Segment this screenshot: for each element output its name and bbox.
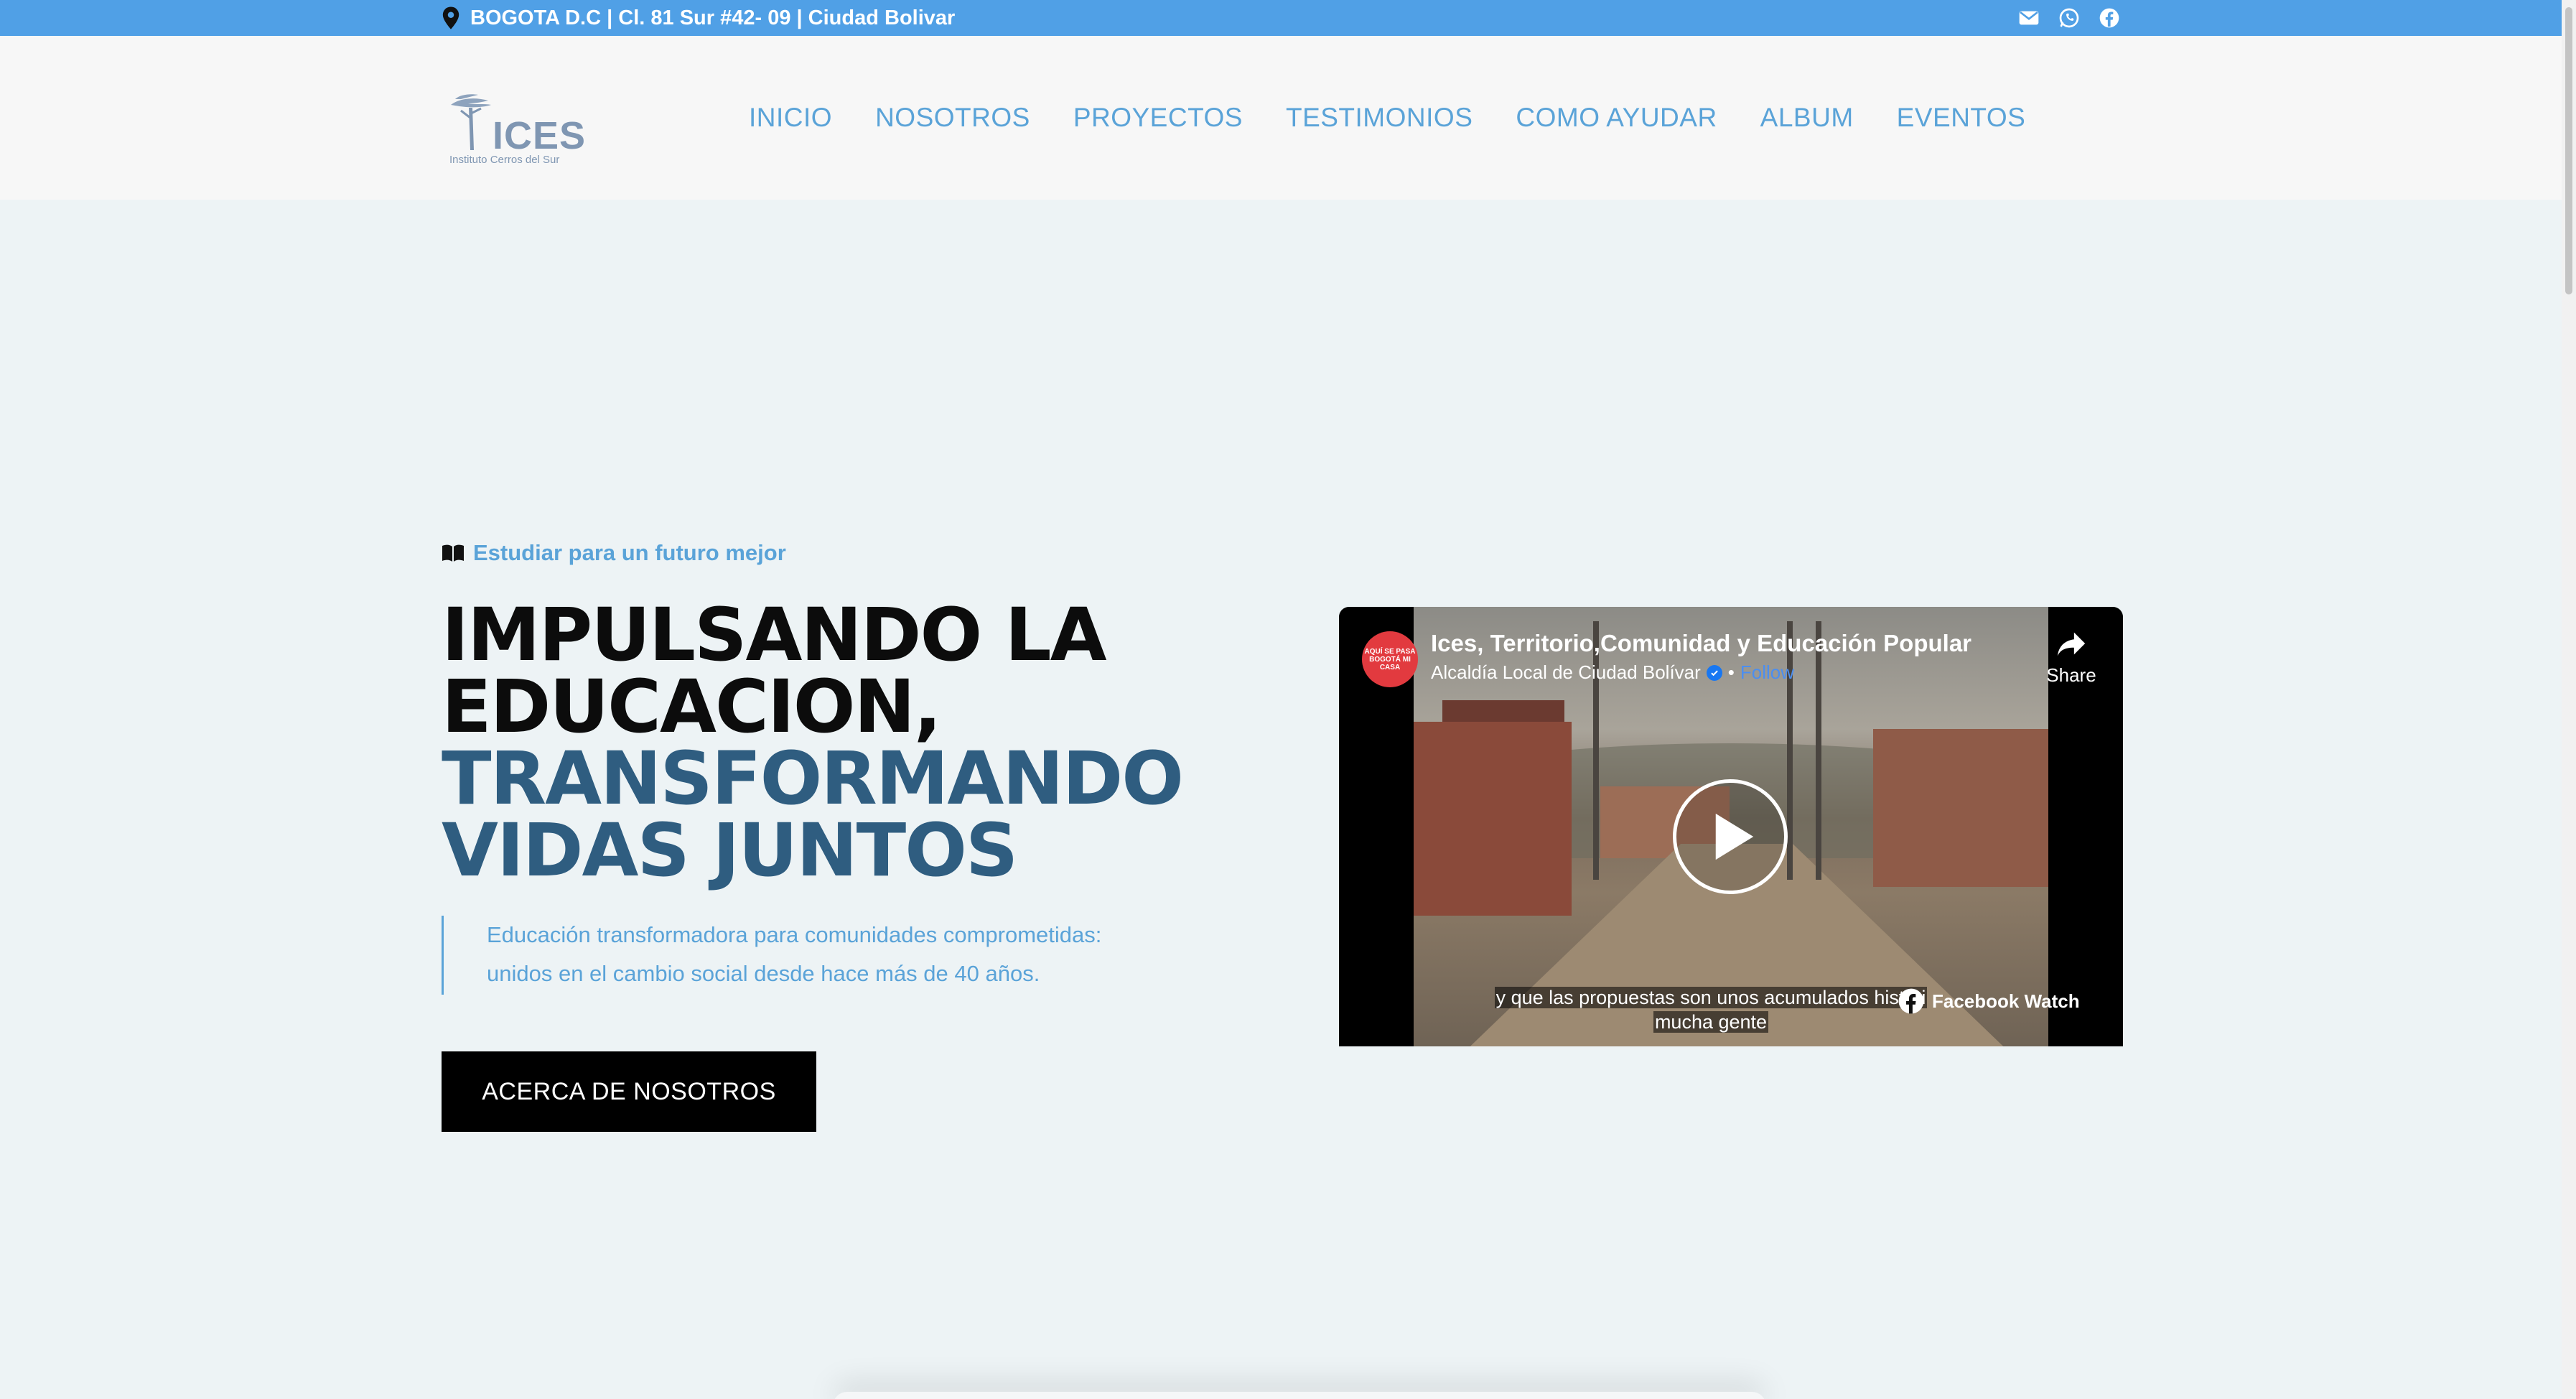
video-channel: Alcaldía Local de Ciudad Bolívar • Follo…: [1431, 661, 1795, 684]
open-book-icon: [442, 544, 464, 562]
page-scrollbar[interactable]: [2562, 0, 2576, 1399]
nav-como-ayudar[interactable]: COMO AYUDAR: [1516, 103, 1717, 133]
social-links: [2017, 0, 2121, 36]
facebook-icon[interactable]: [2098, 6, 2121, 29]
tagline-text: Estudiar para un futuro mejor: [473, 540, 786, 565]
verified-badge-icon: [1706, 664, 1722, 681]
caption-line-2: mucha gente: [1653, 1011, 1769, 1033]
main-nav: INICIO NOSOTROS PROYECTOS TESTIMONIOS CO…: [749, 36, 2025, 200]
play-icon: [1715, 813, 1754, 860]
follow-link[interactable]: Follow: [1740, 661, 1794, 684]
logo-text: ICES: [493, 114, 587, 157]
caption-line-1: y que las propuestas son unos acumulados…: [1494, 987, 1928, 1008]
nav-album[interactable]: ALBUM: [1760, 103, 1854, 133]
play-button[interactable]: [1673, 779, 1788, 894]
nav-testimonios[interactable]: TESTIMONIOS: [1286, 103, 1473, 133]
top-bar: BOGOTA D.C | Cl. 81 Sur #42- 09 | Ciudad…: [0, 0, 2576, 36]
facebook-watch-link[interactable]: Facebook Watch: [1898, 987, 2080, 1015]
hero-title-line-1: IMPULSANDO LA: [442, 592, 1107, 678]
nav-proyectos[interactable]: PROYECTOS: [1073, 103, 1243, 133]
whatsapp-icon[interactable]: [2058, 6, 2081, 29]
facebook-video-embed[interactable]: AQUÍ SE PASA BOGOTÁ MI CASA Ices, Territ…: [1339, 607, 2123, 1046]
hero-title-line-4: VIDAS JUNTOS: [442, 808, 1018, 893]
tree-logo-icon: [451, 94, 491, 150]
facebook-watch-label: Facebook Watch: [1932, 990, 2080, 1012]
share-arrow-icon: [2057, 632, 2086, 656]
video-caption: y que las propuestas son unos acumulados…: [1460, 985, 1962, 1034]
facebook-icon: [1898, 988, 1924, 1014]
nav-nosotros[interactable]: NOSOTROS: [875, 103, 1030, 133]
next-section-card: [833, 1392, 1766, 1399]
site-header: ICES Instituto Cerros del Sur INICIO NOS…: [0, 36, 2562, 200]
share-label: Share: [2046, 664, 2096, 686]
nav-eventos[interactable]: EVENTOS: [1897, 103, 2026, 133]
hero-title-line-2: EDUCACION,: [442, 664, 942, 750]
hero-title: IMPULSANDO LA EDUCACION, TRANSFORMANDO V…: [442, 592, 1184, 893]
nav-inicio[interactable]: INICIO: [749, 103, 832, 133]
site-logo[interactable]: ICES Instituto Cerros del Sur: [445, 89, 589, 168]
address-info: BOGOTA D.C | Cl. 81 Sur #42- 09 | Ciudad…: [442, 0, 955, 36]
channel-name[interactable]: Alcaldía Local de Ciudad Bolívar: [1431, 661, 1701, 684]
address-text: BOGOTA D.C | Cl. 81 Sur #42- 09 | Ciudad…: [470, 6, 956, 29]
mail-icon[interactable]: [2017, 6, 2040, 29]
share-button[interactable]: Share: [2039, 627, 2104, 687]
channel-logo[interactable]: AQUÍ SE PASA BOGOTÁ MI CASA: [1362, 631, 1418, 687]
video-title[interactable]: Ices, Territorio,Comunidad y Educación P…: [1431, 630, 1971, 657]
hero-quote: Educación transformadora para comunidade…: [442, 916, 1131, 995]
about-us-button[interactable]: ACERCA DE NOSOTROS: [442, 1051, 816, 1132]
hero-tagline: Estudiar para un futuro mejor: [442, 540, 786, 566]
logo-subtitle: Instituto Cerros del Sur: [449, 154, 560, 166]
scrollbar-thumb[interactable]: [2565, 7, 2572, 294]
location-pin-icon: [442, 6, 459, 29]
hero-title-line-3: TRANSFORMANDO: [442, 736, 1184, 822]
